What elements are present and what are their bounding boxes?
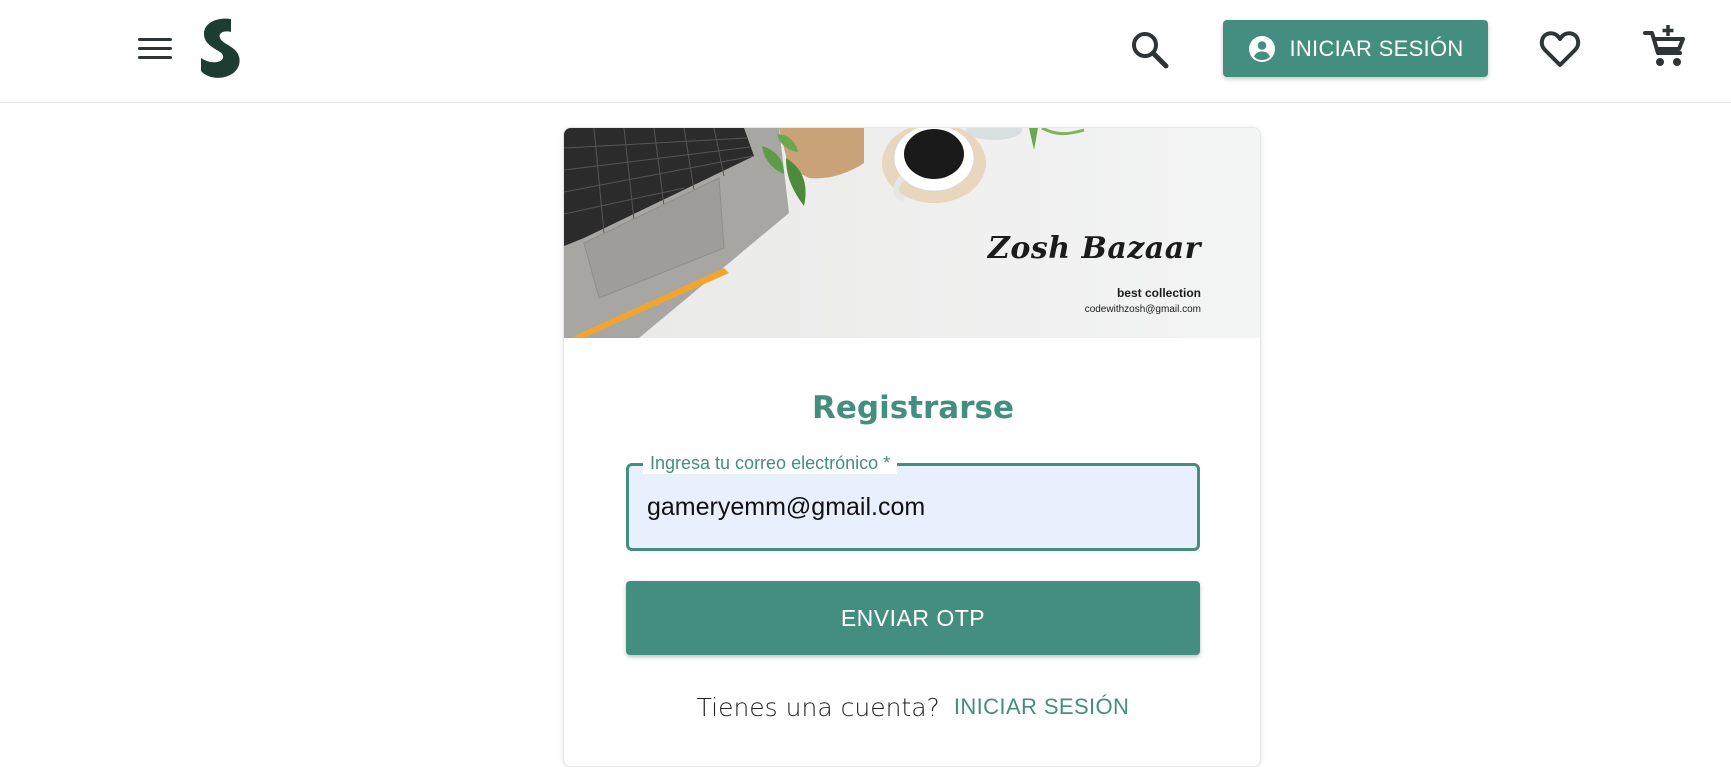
login-link[interactable]: INICIAR SESIÓN [954, 694, 1130, 720]
logo-icon[interactable] [198, 16, 246, 80]
store-email: codewithzosh@gmail.com [1084, 304, 1201, 315]
email-field-label: Ingresa tu correo electrónico * [643, 452, 898, 474]
search-icon[interactable] [1128, 28, 1172, 72]
account-circle-icon [1247, 34, 1277, 64]
form-title: Registrarse [812, 390, 1014, 426]
signup-card: Zosh Bazaar best collection codewithzosh… [563, 127, 1261, 767]
top-navigation-bar: INICIAR SESIÓN [0, 0, 1731, 103]
email-input[interactable] [647, 486, 1177, 528]
menu-icon[interactable] [130, 27, 178, 71]
email-field[interactable]: Ingresa tu correo electrónico * [626, 452, 1200, 551]
login-button-label: INICIAR SESIÓN [1289, 35, 1464, 61]
send-otp-button[interactable]: ENVIAR OTP [626, 581, 1200, 655]
store-name: Zosh Bazaar [987, 231, 1201, 266]
login-prompt: Tienes una cuenta? INICIAR SESIÓN [564, 690, 1260, 724]
heart-icon[interactable] [1538, 27, 1582, 71]
store-tagline: best collection [1116, 286, 1201, 300]
login-button[interactable]: INICIAR SESIÓN [1223, 20, 1488, 77]
have-account-text: Tienes una cuenta? [696, 692, 940, 722]
add-cart-icon[interactable] [1643, 24, 1689, 70]
store-banner: Zosh Bazaar best collection codewithzosh… [564, 128, 1260, 338]
